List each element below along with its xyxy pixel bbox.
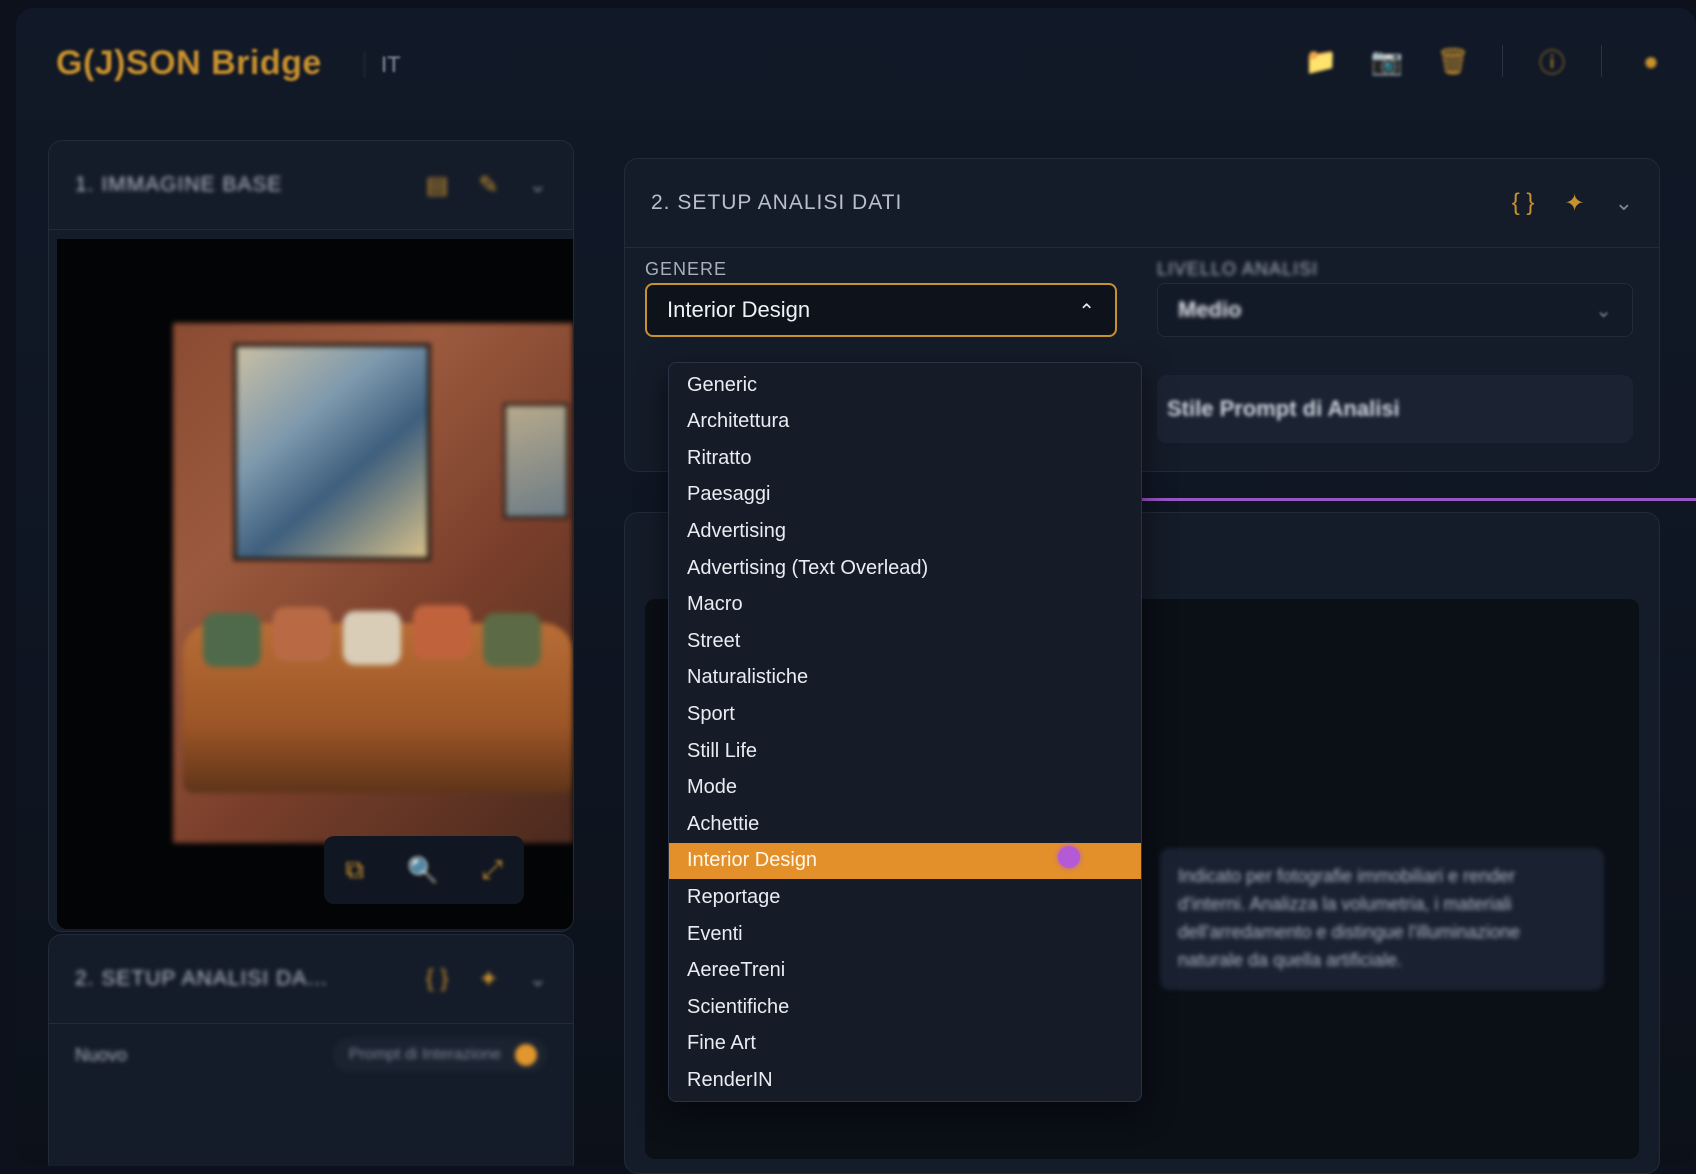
chevron-down-icon[interactable]: ⌄: [1615, 190, 1633, 216]
camera-icon[interactable]: 📷: [1370, 44, 1404, 78]
prompt-style-label: Stile Prompt di Analisi: [1167, 396, 1400, 421]
crop-icon[interactable]: ⧉: [345, 854, 364, 886]
mini-setup-panel: 2. SETUP ANALISI DA... { } ✦ ⌄ Nuovo Pro…: [48, 934, 574, 1166]
dropdown-option[interactable]: Fine Art: [669, 1026, 1141, 1062]
genere-select[interactable]: Interior Design ⌃: [645, 283, 1117, 337]
dropdown-option[interactable]: Architettura: [669, 404, 1141, 440]
livello-label: LIVELLO ANALISI: [1157, 259, 1319, 279]
setup-panel-title: 2. SETUP ANALISI DATI: [651, 191, 903, 214]
chevron-down-icon: ⌄: [1595, 300, 1612, 322]
dropdown-option[interactable]: RenderIN: [669, 1062, 1141, 1098]
genre-tooltip: Indicato per fotografie immobiliari e re…: [1160, 848, 1604, 990]
brackets-icon[interactable]: { }: [426, 965, 449, 993]
dropdown-option[interactable]: Still Life: [669, 733, 1141, 769]
chevron-up-icon: ⌃: [1078, 301, 1095, 323]
side-painting: [503, 403, 569, 519]
app-brand: G(J)SON Bridge: [56, 44, 322, 82]
dropdown-option[interactable]: Generic: [669, 367, 1141, 403]
pillow: [483, 613, 541, 667]
pillow: [203, 613, 261, 667]
dropdown-option[interactable]: Mode: [669, 770, 1141, 806]
mini-toggle[interactable]: Prompt di Interazione: [332, 1038, 547, 1072]
chevron-down-icon[interactable]: ⌄: [529, 172, 547, 198]
dropdown-option[interactable]: Scientifiche: [669, 989, 1141, 1025]
chevron-down-icon[interactable]: ⌄: [529, 966, 547, 992]
livello-value: Medio: [1178, 297, 1242, 322]
language-selector[interactable]: IT: [364, 52, 401, 78]
toolbar-divider: [1502, 45, 1503, 77]
mini-panel-title: 2. SETUP ANALISI DA...: [75, 967, 328, 990]
sparkle-icon[interactable]: ✦: [478, 965, 498, 994]
toolbar-icons: 📁 📷 🗑 ⓘ ●: [1304, 44, 1668, 78]
info-icon[interactable]: ⓘ: [1535, 44, 1569, 78]
edit-icon[interactable]: ✎: [478, 171, 498, 200]
pillow: [413, 605, 471, 659]
connector-dot: [1058, 846, 1080, 868]
toolbar-divider: [1601, 45, 1602, 77]
image-panel: 1. IMMAGINE BASE ▤ ✎ ⌄: [48, 140, 574, 932]
connector-line: [1068, 498, 1696, 501]
livello-select[interactable]: Medio ⌄: [1157, 283, 1633, 337]
dropdown-option[interactable]: AereeTreni: [669, 953, 1141, 989]
image-panel-title: 1. IMMAGINE BASE: [75, 173, 283, 196]
image-panel-actions: ▤ ✎ ⌄: [426, 141, 547, 229]
upload-icon[interactable]: ▤: [426, 171, 449, 200]
mini-pill-text: Prompt di Interazione: [348, 1046, 501, 1063]
mini-row: Nuovo Prompt di Interazione: [75, 1035, 547, 1075]
dropdown-option[interactable]: Ritratto: [669, 440, 1141, 476]
top-bar: G(J)SON Bridge IT 📁 📷 🗑 ⓘ ●: [16, 8, 1696, 108]
image-tools: ⧉ 🔍 ⤢: [324, 836, 524, 904]
image-panel-header[interactable]: 1. IMMAGINE BASE ▤ ✎ ⌄: [49, 141, 573, 230]
genere-dropdown-menu: Generic Architettura Ritratto Paesaggi Adver…: [668, 362, 1142, 1102]
dropdown-option[interactable]: Reportage: [669, 879, 1141, 915]
image-preview[interactable]: [57, 239, 573, 929]
mini-panel-header[interactable]: 2. SETUP ANALISI DA... { } ✦ ⌄: [49, 935, 573, 1024]
painting: [233, 343, 431, 561]
toggle-knob: [515, 1044, 537, 1066]
mini-panel-actions: { } ✦ ⌄: [426, 935, 547, 1023]
genere-label: GENERE: [645, 259, 728, 279]
user-icon[interactable]: ●: [1634, 44, 1668, 78]
genere-value: Interior Design: [667, 297, 811, 322]
setup-panel-actions: { } ✦ ⌄: [1512, 159, 1633, 247]
dropdown-option[interactable]: Naturalistiche: [669, 660, 1141, 696]
prompt-style-button[interactable]: Stile Prompt di Analisi: [1157, 375, 1633, 443]
sofa: [183, 605, 573, 793]
dropdown-option[interactable]: Eventi: [669, 916, 1141, 952]
dropdown-option[interactable]: Achettie: [669, 806, 1141, 842]
trash-icon[interactable]: 🗑: [1436, 44, 1470, 78]
setup-panel-header[interactable]: 2. SETUP ANALISI DATI { } ✦ ⌄: [625, 159, 1659, 248]
pillow: [343, 611, 401, 665]
brackets-icon[interactable]: { }: [1512, 189, 1535, 217]
dropdown-option[interactable]: Advertising (Text Overlead): [669, 550, 1141, 586]
expand-icon[interactable]: ⤢: [482, 854, 503, 886]
dropdown-option[interactable]: Street: [669, 623, 1141, 659]
zoom-icon[interactable]: 🔍: [407, 855, 439, 886]
dropdown-option[interactable]: Sport: [669, 696, 1141, 732]
room-photo: [173, 323, 573, 843]
dropdown-option[interactable]: Advertising: [669, 513, 1141, 549]
pillow: [273, 607, 331, 661]
dropdown-option[interactable]: Paesaggi: [669, 477, 1141, 513]
mini-label: Nuovo: [75, 1044, 128, 1065]
folder-icon[interactable]: 📁: [1304, 44, 1338, 78]
dropdown-option[interactable]: Macro: [669, 587, 1141, 623]
sparkle-icon[interactable]: ✦: [1564, 189, 1584, 218]
